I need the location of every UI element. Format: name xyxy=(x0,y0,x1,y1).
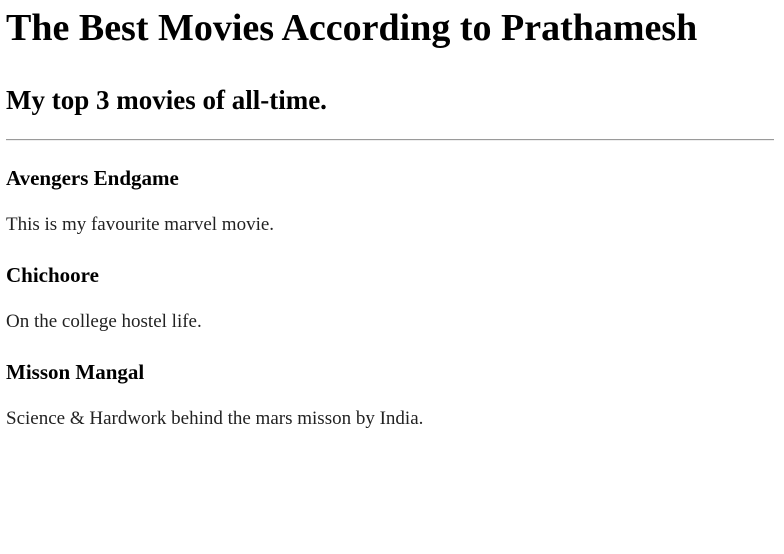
page-subtitle: My top 3 movies of all-time. xyxy=(6,85,327,115)
movie-title: Chichoore xyxy=(6,263,99,287)
movie-description: This is my favourite marvel movie. xyxy=(6,214,275,235)
movie-title: Avengers Endgame xyxy=(6,166,179,190)
movie-description: On the college hostel life. xyxy=(6,311,202,332)
movie-item: Misson Mangal Science & Hardwork behind … xyxy=(6,360,774,430)
page-title: The Best Movies According to Prathamesh xyxy=(6,7,698,49)
divider xyxy=(6,139,774,141)
movie-item: Chichoore On the college hostel life. xyxy=(6,263,774,333)
movie-title: Misson Mangal xyxy=(6,360,145,384)
movie-description: Science & Hardwork behind the mars misso… xyxy=(6,408,424,429)
movie-item: Avengers Endgame This is my favourite ma… xyxy=(6,166,774,236)
movie-list: Avengers Endgame This is my favourite ma… xyxy=(6,166,774,430)
page: The Best Movies According to Prathamesh … xyxy=(0,6,784,430)
